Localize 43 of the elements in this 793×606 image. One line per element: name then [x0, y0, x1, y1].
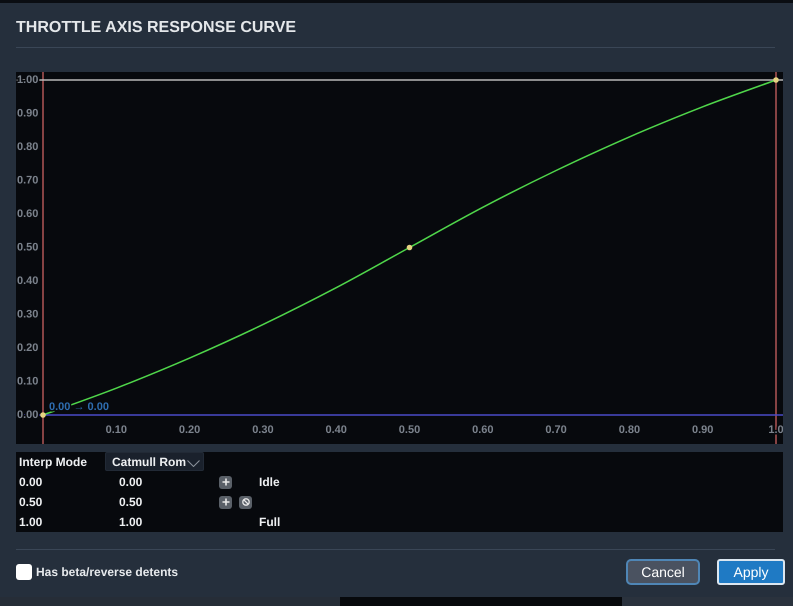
checkbox[interactable] — [16, 564, 32, 580]
axis-tick-label: 0.80 — [17, 140, 38, 153]
axis-tick-label: 0.10 — [17, 375, 38, 388]
axis-tick-label: 0.30 — [252, 424, 274, 436]
axis-tick-label: 0.20 — [17, 342, 38, 354]
checkbox-label[interactable]: Has beta/reverse detents — [36, 565, 178, 579]
output-value-cell: 1.00 — [119, 515, 142, 529]
interp-mode-label: Interp Mode — [19, 455, 87, 469]
axis-tick-label: 0.50 — [398, 424, 420, 436]
input-value-cell: 1.00 — [19, 515, 42, 529]
prohibited-icon — [242, 498, 250, 506]
apply-button[interactable]: Apply — [717, 559, 785, 585]
axis-tick-label: 0.70 — [545, 424, 567, 436]
plus-icon — [222, 498, 230, 506]
detent-label: Full — [259, 515, 280, 529]
control-point[interactable] — [40, 412, 46, 418]
axis-tick-label: 0.50 — [17, 241, 38, 254]
axis-tick-label: 0.80 — [618, 424, 640, 436]
plus-icon — [222, 478, 230, 486]
axis-tick-label: 0.20 — [178, 424, 200, 436]
detent-label: Idle — [259, 475, 280, 489]
interp-mode-dropdown[interactable]: Catmull Rom — [105, 452, 204, 471]
add-point-button[interactable] — [219, 476, 232, 488]
axis-tick-label: 0.40 — [326, 424, 347, 436]
axis-tick-label: 0.90 — [17, 107, 38, 120]
axis-tick-label: 0.30 — [17, 308, 38, 320]
axis-tick-label: 0.10 — [106, 424, 127, 436]
output-value-cell: 0.50 — [119, 495, 142, 509]
control-point[interactable] — [773, 77, 779, 83]
add-point-button[interactable] — [219, 496, 232, 508]
axis-tick-label: 0.60 — [472, 424, 494, 436]
chevron-down-icon — [187, 460, 200, 466]
axis-tick-label: 0.60 — [17, 208, 38, 220]
axis-tick-label: 0.40 — [17, 274, 38, 287]
control-point[interactable] — [406, 244, 412, 250]
input-value-cell: 0.00 — [19, 475, 42, 489]
cancel-button[interactable]: Cancel — [626, 559, 700, 585]
axis-tick-label: 0.90 — [692, 424, 714, 436]
output-value-cell: 0.00 — [119, 475, 142, 489]
dialog-title: THROTTLE AXIS RESPONSE CURVE — [16, 18, 296, 38]
remove-point-button[interactable] — [239, 496, 252, 508]
input-value-cell: 0.50 — [19, 495, 42, 509]
axis-tick-label: 0.70 — [17, 174, 38, 186]
